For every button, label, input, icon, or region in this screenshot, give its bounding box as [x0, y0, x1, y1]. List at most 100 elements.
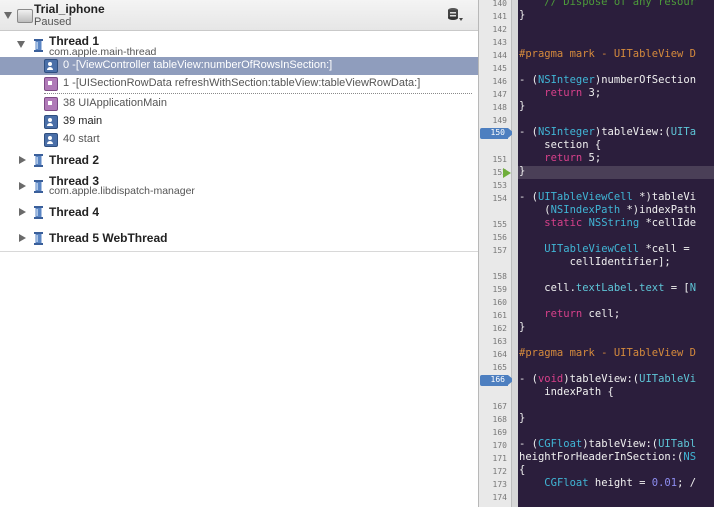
stack-frame-row[interactable]: 40 start — [0, 131, 478, 149]
disclosure-expanded-icon[interactable] — [17, 41, 25, 48]
code-line: - (NSInteger)numberOfSection — [519, 74, 697, 86]
line-number: 156 — [492, 233, 507, 242]
line-number: 157 — [492, 246, 507, 255]
breakpoint-marker[interactable]: 166 — [480, 375, 514, 386]
line-number: 164 — [492, 350, 507, 359]
line-number: 149 — [492, 116, 507, 125]
thread-row-3[interactable]: Thread 3 com.apple.libdispatch-manager — [0, 174, 478, 198]
disclosure-collapsed-icon[interactable] — [19, 208, 26, 216]
line-number: 162 — [492, 324, 507, 333]
code-line: cell.textLabel.text = [N — [519, 282, 697, 294]
system-frame-icon — [44, 77, 58, 91]
line-number: 169 — [492, 428, 507, 437]
code-line: } — [519, 100, 526, 112]
line-number: 168 — [492, 415, 507, 424]
code-folding-ribbon[interactable] — [512, 0, 518, 507]
stack-frame-row[interactable]: 39 main — [0, 113, 478, 131]
thread-title: Thread 4 — [49, 205, 100, 219]
line-number: 159 — [492, 285, 507, 294]
code-line: UITableViewCell *cell = — [544, 243, 690, 255]
thread-icon — [34, 232, 43, 245]
line-number: 172 — [492, 467, 507, 476]
code-line: cellIdentifier]; — [519, 256, 671, 268]
line-number: 170 — [492, 441, 507, 450]
thread-row-2[interactable]: Thread 2 — [0, 151, 478, 175]
thread-icon — [34, 39, 43, 52]
code-line: indexPath { — [519, 386, 614, 398]
list-separator — [0, 251, 478, 252]
line-number: 147 — [492, 90, 507, 99]
thread-row-4[interactable]: Thread 4 — [0, 203, 478, 227]
code-line: } — [519, 321, 526, 333]
code-line: } — [519, 412, 526, 424]
code-line: } — [519, 165, 526, 177]
line-number: 160 — [492, 298, 507, 307]
user-code-frame-icon — [44, 115, 58, 129]
thread-queue-label: com.apple.libdispatch-manager — [49, 185, 195, 197]
line-number: 161 — [492, 311, 507, 320]
debug-navigator: Trial_iphone Paused Thread 1 com.apple.m… — [0, 0, 479, 507]
stack-frame-label: 40 start — [63, 133, 100, 145]
process-row[interactable]: Trial_iphone Paused — [0, 0, 478, 31]
stack-frame-row[interactable]: 1 -[UISectionRowData refreshWithSection:… — [0, 75, 478, 93]
stack-frame-row[interactable]: 38 UIApplicationMain — [0, 95, 478, 113]
user-code-frame-icon — [44, 133, 58, 147]
stack-frame-row[interactable]: 0 -[ViewController tableView:numberOfRow… — [0, 57, 478, 75]
process-status: Paused — [34, 16, 72, 28]
code-line: #pragma mark - UITableView D — [519, 48, 697, 60]
code-line: return 5; — [544, 152, 602, 164]
line-number: 173 — [492, 480, 507, 489]
code-line: CGFloat height = 0.01; / — [544, 477, 697, 489]
code-line: // Dispose of any resour — [519, 0, 697, 8]
process-name: Trial_iphone — [34, 2, 105, 16]
line-number: 151 — [492, 155, 507, 164]
line-number: 142 — [492, 25, 507, 34]
code-line: (NSIndexPath *)indexPath — [519, 204, 697, 216]
line-number: 165 — [492, 363, 507, 372]
breakpoint-line: 166 — [490, 375, 505, 384]
stack-frame-label: 39 main — [63, 115, 103, 127]
thread-title: Thread 5 WebThread — [49, 231, 168, 245]
thread-icon — [34, 154, 43, 167]
line-number: 174 — [492, 493, 507, 502]
line-number: 155 — [492, 220, 507, 229]
code-line: - (void)tableView:(UITableVi — [519, 373, 697, 385]
code-line: - (NSInteger)tableView:(UITa — [519, 126, 697, 138]
current-line-highlight — [518, 166, 714, 179]
line-number: 154 — [492, 194, 507, 203]
disclosure-collapsed-icon[interactable] — [19, 182, 26, 190]
disclosure-expanded-icon[interactable] — [4, 12, 12, 19]
line-number: 167 — [492, 402, 507, 411]
line-number: 146 — [492, 77, 507, 86]
code-line: - (CGFloat)tableView:(UITabl — [519, 438, 697, 450]
code-line: section { — [519, 139, 602, 151]
line-number: 163 — [492, 337, 507, 346]
line-number: 144 — [492, 51, 507, 60]
thread-title: Thread 2 — [49, 153, 100, 167]
line-number: 145 — [492, 64, 507, 73]
line-number: 158 — [492, 272, 507, 281]
stack-frame-label: 0 -[ViewController tableView:numberOfRow… — [63, 59, 333, 71]
thread-row-1[interactable]: Thread 1 com.apple.main-thread — [0, 33, 478, 58]
app-process-icon — [17, 9, 33, 23]
breakpoint-line: 150 — [490, 128, 505, 137]
line-number: 143 — [492, 38, 507, 47]
collapsed-frames-separator — [44, 93, 472, 94]
code-line: } — [519, 9, 526, 21]
line-number: 141 — [492, 12, 507, 21]
system-frame-icon — [44, 97, 58, 111]
line-number-gutter[interactable]: 140 141 142 143 144 145 146 147 148 149 … — [479, 0, 514, 507]
thread-row-5[interactable]: Thread 5 WebThread — [0, 229, 478, 253]
disclosure-collapsed-icon[interactable] — [19, 234, 26, 242]
stack-frame-label: 1 -[UISectionRowData refreshWithSection:… — [63, 77, 421, 89]
stack-frame-label: 38 UIApplicationMain — [63, 97, 167, 109]
code-line: - (UITableViewCell *)tableVi — [519, 191, 697, 203]
source-editor[interactable]: 140 141 142 143 144 145 146 147 148 149 … — [479, 0, 714, 507]
line-number: 153 — [492, 181, 507, 190]
thread-icon — [34, 180, 43, 193]
line-number: 171 — [492, 454, 507, 463]
code-line: #pragma mark - UITableView D — [519, 347, 697, 359]
breakpoint-marker[interactable]: 150 — [480, 128, 514, 139]
thread-filter-icon[interactable] — [446, 7, 464, 23]
disclosure-collapsed-icon[interactable] — [19, 156, 26, 164]
